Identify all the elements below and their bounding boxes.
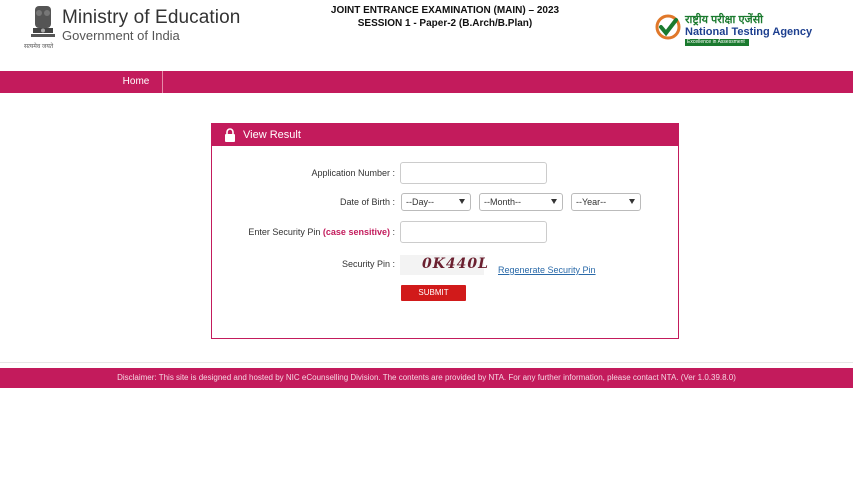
- nta-tagline: Excellence in Assessment: [685, 39, 749, 46]
- nta-logo: राष्ट्रीय परीक्षा एजेंसी National Testin…: [655, 12, 825, 48]
- security-pin-entry-label: Enter Security Pin (case sensitive) :: [248, 227, 395, 237]
- panel-header: View Result: [212, 124, 678, 146]
- captcha-text: 0K440L: [422, 256, 489, 272]
- application-number-label: Application Number :: [311, 168, 395, 178]
- emblem-caption: सत्यमेव जयते: [24, 44, 54, 50]
- nta-check-icon: [655, 14, 681, 40]
- dob-month-value: --Month--: [484, 197, 522, 207]
- security-pin-colon: :: [392, 227, 395, 237]
- case-sensitive-note: (case sensitive): [322, 227, 390, 237]
- footer-disclaimer: Disclaimer: This site is designed and ho…: [0, 368, 853, 388]
- security-pin-label: Security Pin :: [341, 259, 395, 269]
- nta-hindi-name: राष्ट्रीय परीक्षा एजेंसी: [685, 14, 763, 26]
- footer-divider: [0, 362, 853, 363]
- panel-title: View Result: [243, 129, 301, 141]
- lock-icon: [225, 128, 235, 142]
- dob-month-select[interactable]: --Month--: [479, 193, 563, 211]
- exam-heading: JOINT ENTRANCE EXAMINATION (MAIN) – 2023…: [290, 4, 600, 30]
- nav-home-link[interactable]: Home: [110, 71, 163, 93]
- security-pin-input[interactable]: [400, 221, 547, 243]
- exam-title: JOINT ENTRANCE EXAMINATION (MAIN) – 2023: [330, 5, 560, 16]
- date-of-birth-label: Date of Birth :: [339, 197, 395, 207]
- regenerate-security-pin-link[interactable]: Regenerate Security Pin: [498, 265, 596, 275]
- ministry-title: Ministry of Education: [62, 7, 241, 28]
- submit-button[interactable]: SUBMIT: [401, 285, 466, 301]
- chevron-down-icon: [551, 199, 557, 204]
- security-pin-entry-text: Enter Security Pin: [248, 227, 321, 237]
- dob-day-value: --Day--: [406, 197, 434, 207]
- chevron-down-icon: [629, 199, 635, 204]
- dob-day-select[interactable]: --Day--: [401, 193, 471, 211]
- application-number-input[interactable]: [400, 162, 547, 184]
- nav-bar: Home: [0, 71, 853, 93]
- site-header: सत्यमेव जयते Ministry of Education Gover…: [0, 0, 853, 70]
- ministry-subtitle: Government of India: [62, 28, 180, 43]
- nta-english-name: National Testing Agency: [685, 26, 813, 38]
- dob-year-value: --Year--: [576, 197, 607, 207]
- chevron-down-icon: [459, 199, 465, 204]
- exam-session: SESSION 1 - Paper-2 (B.Arch/B.Plan): [357, 18, 533, 29]
- view-result-panel: View Result Application Number : Date of…: [211, 123, 679, 339]
- captcha-image: 0K440L: [400, 255, 488, 275]
- dob-year-select[interactable]: --Year--: [571, 193, 641, 211]
